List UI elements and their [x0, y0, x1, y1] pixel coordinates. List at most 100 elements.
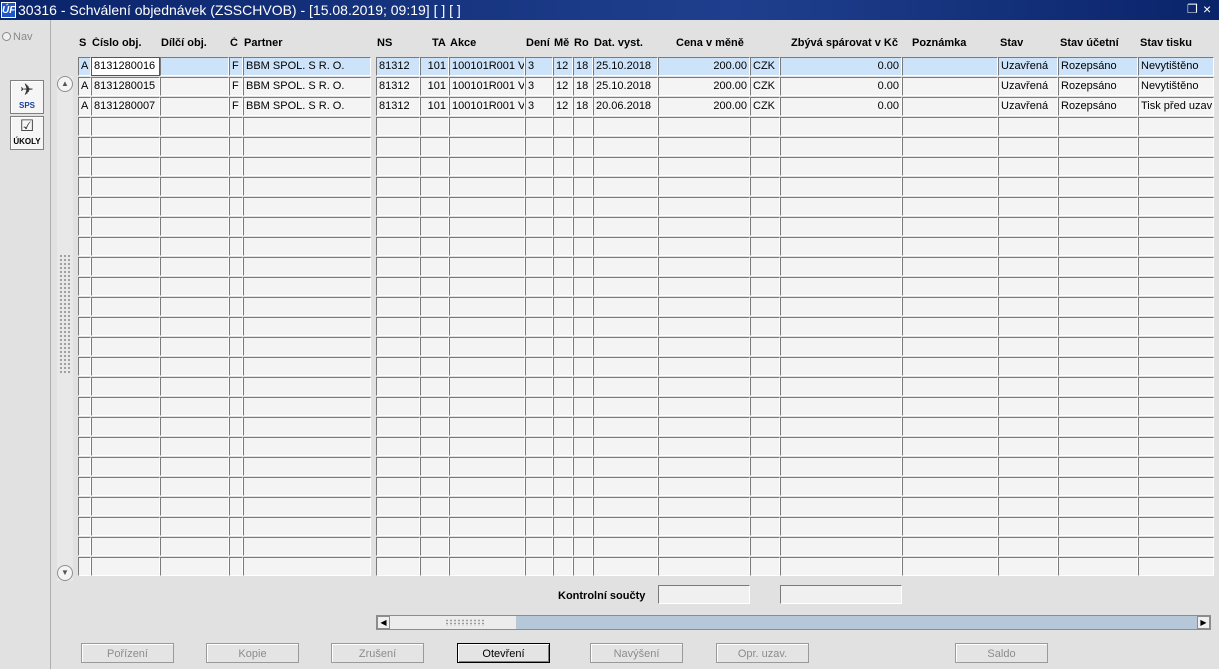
- cell-me[interactable]: [553, 497, 573, 516]
- cell-me[interactable]: [553, 297, 573, 316]
- cell-c[interactable]: [229, 417, 243, 436]
- cell-c[interactable]: [229, 337, 243, 356]
- cell-dat[interactable]: [593, 557, 658, 576]
- cell-ns[interactable]: [376, 537, 420, 556]
- horizontal-scrollbar[interactable]: ◀ ▶: [376, 615, 1211, 630]
- cell-me[interactable]: [553, 317, 573, 336]
- cell-me[interactable]: [553, 177, 573, 196]
- cell-cislo[interactable]: 8131280007: [91, 97, 160, 116]
- cell-pozn[interactable]: [902, 237, 998, 256]
- cell-akce[interactable]: [449, 477, 525, 496]
- cell-den[interactable]: [525, 437, 553, 456]
- cell-akce[interactable]: [449, 257, 525, 276]
- cell-pozn[interactable]: [902, 417, 998, 436]
- cell-pozn[interactable]: [902, 497, 998, 516]
- cell-mena[interactable]: [750, 237, 780, 256]
- cell-ro[interactable]: [573, 337, 593, 356]
- cell-mena[interactable]: [750, 117, 780, 136]
- cell-cena[interactable]: [658, 397, 750, 416]
- restore-window-icon[interactable]: ❐: [1187, 3, 1199, 15]
- cell-stavu[interactable]: [1058, 177, 1138, 196]
- cell-c[interactable]: [229, 537, 243, 556]
- cell-me[interactable]: [553, 397, 573, 416]
- cell-stavt[interactable]: [1138, 337, 1214, 356]
- cell-ro[interactable]: [573, 117, 593, 136]
- hscroll-thumb[interactable]: [390, 616, 516, 629]
- cell-akce[interactable]: [449, 197, 525, 216]
- cell-dilci[interactable]: [160, 57, 229, 76]
- cell-mena[interactable]: CZK: [750, 57, 780, 76]
- cell-akce[interactable]: [449, 317, 525, 336]
- cell-pozn[interactable]: [902, 217, 998, 236]
- cell-den[interactable]: 3: [525, 57, 553, 76]
- cell-pozn[interactable]: [902, 77, 998, 96]
- cell-ns[interactable]: [376, 337, 420, 356]
- cell-c[interactable]: [229, 197, 243, 216]
- cell-cena[interactable]: [658, 217, 750, 236]
- cell-zbyva[interactable]: [780, 357, 902, 376]
- cell-stav[interactable]: [998, 497, 1058, 516]
- cell-pozn[interactable]: [902, 477, 998, 496]
- porizeni-button[interactable]: Pořízení: [81, 643, 174, 663]
- cell-dat[interactable]: [593, 277, 658, 296]
- cell-ta[interactable]: 101: [420, 97, 449, 116]
- cell-den[interactable]: [525, 297, 553, 316]
- cell-stavt[interactable]: Nevytištěno: [1138, 77, 1214, 96]
- cell-me[interactable]: [553, 277, 573, 296]
- cell-s[interactable]: [78, 397, 91, 416]
- cell-cislo[interactable]: [91, 537, 160, 556]
- cell-ns[interactable]: [376, 457, 420, 476]
- cell-dat[interactable]: [593, 437, 658, 456]
- cell-cena[interactable]: [658, 257, 750, 276]
- cell-me[interactable]: [553, 457, 573, 476]
- cell-den[interactable]: [525, 477, 553, 496]
- cell-c[interactable]: [229, 137, 243, 156]
- cell-dilci[interactable]: [160, 377, 229, 396]
- cell-stav[interactable]: [998, 517, 1058, 536]
- cell-stavu[interactable]: [1058, 357, 1138, 376]
- cell-cislo[interactable]: [91, 437, 160, 456]
- cell-dat[interactable]: [593, 477, 658, 496]
- cell-stav[interactable]: Uzavřená: [998, 77, 1058, 96]
- otevreni-button[interactable]: Otevření: [457, 643, 550, 663]
- cell-partner[interactable]: [243, 317, 371, 336]
- cell-partner[interactable]: [243, 137, 371, 156]
- cell-cena[interactable]: [658, 457, 750, 476]
- cell-stavu[interactable]: Rozepsáno: [1058, 57, 1138, 76]
- cell-s[interactable]: [78, 257, 91, 276]
- cell-cislo[interactable]: [91, 317, 160, 336]
- cell-dat[interactable]: [593, 537, 658, 556]
- cell-ns[interactable]: [376, 377, 420, 396]
- cell-me[interactable]: [553, 417, 573, 436]
- cell-cislo[interactable]: [91, 277, 160, 296]
- cell-zbyva[interactable]: [780, 437, 902, 456]
- cell-den[interactable]: [525, 137, 553, 156]
- cell-den[interactable]: [525, 357, 553, 376]
- cell-dat[interactable]: [593, 357, 658, 376]
- cell-dilci[interactable]: [160, 217, 229, 236]
- cell-c[interactable]: [229, 357, 243, 376]
- cell-pozn[interactable]: [902, 397, 998, 416]
- cell-akce[interactable]: [449, 117, 525, 136]
- cell-ns[interactable]: [376, 517, 420, 536]
- cell-s[interactable]: [78, 557, 91, 576]
- cell-ro[interactable]: 18: [573, 77, 593, 96]
- cell-c[interactable]: [229, 437, 243, 456]
- cell-me[interactable]: [553, 377, 573, 396]
- cell-pozn[interactable]: [902, 337, 998, 356]
- cell-ro[interactable]: [573, 317, 593, 336]
- cell-c[interactable]: [229, 397, 243, 416]
- cell-ns[interactable]: [376, 557, 420, 576]
- cell-cena[interactable]: [658, 377, 750, 396]
- cell-c[interactable]: [229, 557, 243, 576]
- cell-cislo[interactable]: [91, 197, 160, 216]
- cell-partner[interactable]: [243, 357, 371, 376]
- cell-ro[interactable]: [573, 197, 593, 216]
- cell-mena[interactable]: [750, 457, 780, 476]
- cell-stavu[interactable]: [1058, 457, 1138, 476]
- cell-mena[interactable]: [750, 397, 780, 416]
- cell-stavt[interactable]: [1138, 417, 1214, 436]
- scroll-thumb[interactable]: [59, 254, 71, 374]
- cell-den[interactable]: [525, 497, 553, 516]
- cell-stavu[interactable]: [1058, 437, 1138, 456]
